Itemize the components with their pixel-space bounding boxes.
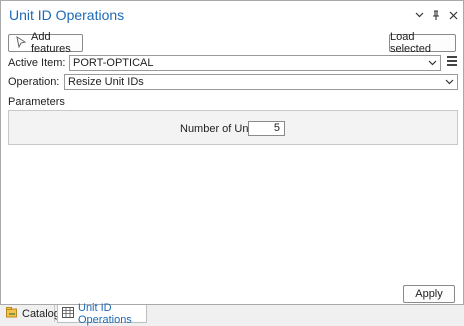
- chevron-down-icon: [428, 60, 437, 66]
- chevron-down-icon[interactable]: [414, 9, 424, 21]
- pin-icon[interactable]: [431, 9, 441, 21]
- tab-catalog[interactable]: Catalog: [2, 305, 60, 322]
- load-selected-button[interactable]: Load selected: [389, 31, 456, 55]
- table-icon: [62, 306, 74, 321]
- apply-button[interactable]: Apply: [403, 285, 455, 303]
- parameters-heading: Parameters: [8, 96, 65, 108]
- catalog-icon: [6, 306, 18, 321]
- add-features-button[interactable]: Add features: [8, 31, 83, 55]
- add-features-label: Add features: [31, 31, 71, 55]
- tab-unit-id-operations[interactable]: Unit ID Operations: [57, 301, 147, 326]
- active-item-select[interactable]: PORT-OPTICAL: [69, 55, 441, 71]
- select-arrow-icon: [15, 35, 27, 51]
- unit-id-operations-pane: Unit ID Operations Add features Load sel…: [0, 0, 464, 305]
- tab-unit-id-operations-label: Unit ID Operations: [78, 301, 132, 326]
- number-of-units-input[interactable]: 5: [248, 121, 285, 136]
- operation-label: Operation:: [8, 76, 60, 88]
- pane-title: Unit ID Operations: [9, 7, 125, 23]
- active-item-label: Active Item:: [8, 57, 66, 69]
- operation-value: Resize Unit IDs: [68, 76, 144, 88]
- pane-title-controls: [414, 9, 458, 21]
- active-item-value: PORT-OPTICAL: [73, 57, 154, 69]
- menu-icon[interactable]: [447, 56, 457, 66]
- chevron-down-icon: [445, 79, 454, 85]
- tab-catalog-label: Catalog: [22, 307, 60, 320]
- operation-select[interactable]: Resize Unit IDs: [64, 74, 458, 90]
- close-icon[interactable]: [448, 9, 458, 21]
- dock-tab-bar: Catalog Unit ID Operations: [0, 301, 464, 326]
